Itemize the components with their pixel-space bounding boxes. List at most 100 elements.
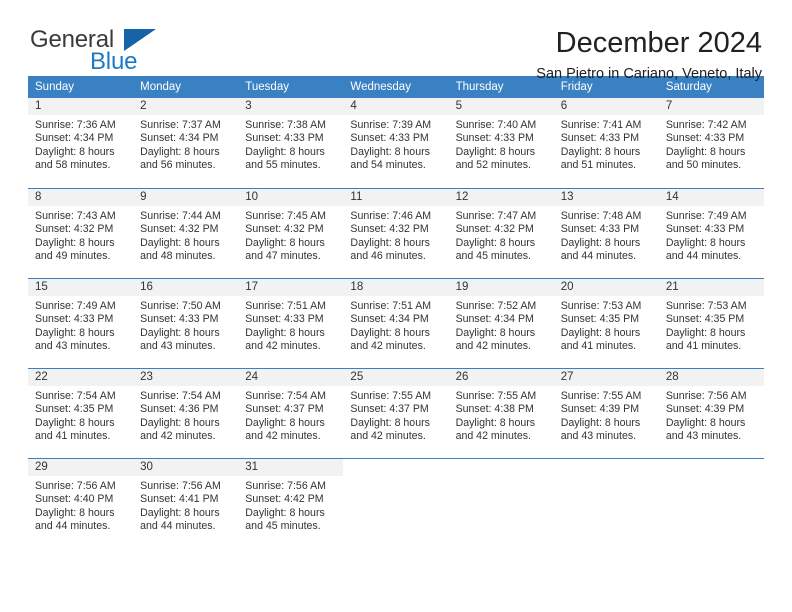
- daylight-text-line2: and 44 minutes.: [665, 250, 742, 263]
- day-details: Sunrise: 7:56 AM Sunset: 4:39 PM Daylight:…: [659, 386, 764, 444]
- daylight-text-line2: and 51 minutes.: [560, 159, 637, 172]
- calendar-day-cell[interactable]: 31 Sunrise: 7:56 AM Sunset: 4:42 PM Dayligh…: [238, 459, 344, 542]
- day-details: Sunrise: 7:53 AM Sunset: 4:35 PM Daylight:…: [554, 296, 659, 354]
- day-details: Sunrise: 7:56 AM Sunset: 4:40 PM Daylight:…: [28, 476, 133, 534]
- sunset-text: Sunset: 4:33 PM: [665, 132, 745, 145]
- day-number-band: 13: [553, 189, 659, 206]
- daylight-text-line2: and 41 minutes.: [665, 340, 742, 353]
- daylight-text-line2: and 44 minutes.: [35, 520, 111, 533]
- sunrise-text: Sunrise: 7:55 AM: [350, 390, 432, 402]
- sunset-text: Sunset: 4:38 PM: [455, 403, 534, 416]
- sunrise-text: Sunrise: 7:43 AM: [35, 210, 116, 222]
- sunrise-text: Sunrise: 7:51 AM: [245, 300, 326, 312]
- daylight-text-line2: and 52 minutes.: [455, 159, 531, 172]
- day-number: 13: [560, 191, 574, 203]
- calendar-day-cell[interactable]: 13 Sunrise: 7:48 AM Sunset: 4:33 PM Dayligh…: [553, 189, 659, 272]
- day-number-band: 25: [343, 369, 449, 386]
- calendar-day-cell[interactable]: 11 Sunrise: 7:46 AM Sunset: 4:32 PM Dayligh…: [343, 189, 449, 272]
- sunset-text: Sunset: 4:39 PM: [665, 403, 745, 416]
- calendar-day-cell[interactable]: 6 Sunrise: 7:41 AM Sunset: 4:33 PM Daylight…: [553, 98, 659, 182]
- calendar-day-cell[interactable]: 25 Sunrise: 7:55 AM Sunset: 4:37 PM Dayligh…: [343, 369, 449, 452]
- day-number: 16: [140, 281, 153, 293]
- sunset-text: Sunset: 4:35 PM: [665, 313, 745, 326]
- calendar-day-cell[interactable]: 2 Sunrise: 7:37 AM Sunset: 4:34 PM Daylight…: [133, 98, 239, 182]
- daylight-text-line2: and 42 minutes.: [455, 340, 531, 353]
- calendar-day-cell[interactable]: 27 Sunrise: 7:55 AM Sunset: 4:39 PM Dayligh…: [553, 369, 659, 452]
- day-number: 3: [245, 100, 252, 112]
- daylight-text-line2: and 45 minutes.: [245, 520, 321, 533]
- day-number: 20: [560, 281, 574, 293]
- calendar-day-cell-empty: [659, 459, 764, 542]
- day-number: 25: [350, 371, 364, 383]
- sunset-text: Sunset: 4:32 PM: [140, 223, 219, 236]
- calendar-day-cell[interactable]: 14 Sunrise: 7:49 AM Sunset: 4:33 PM Dayligh…: [658, 189, 764, 272]
- sunrise-text: Sunrise: 7:55 AM: [455, 390, 537, 402]
- dow-thursday: Thursday: [455, 81, 504, 93]
- day-number: 4: [350, 100, 357, 112]
- calendar-day-cell[interactable]: 17 Sunrise: 7:51 AM Sunset: 4:33 PM Dayligh…: [238, 279, 344, 362]
- daylight-text-line1: Daylight: 8 hours: [245, 416, 325, 429]
- day-details: Sunrise: 7:41 AM Sunset: 4:33 PM Daylight:…: [554, 115, 659, 173]
- day-number-band: 28: [658, 369, 764, 386]
- day-number: 17: [245, 281, 259, 293]
- calendar-week-row: 15 Sunrise: 7:49 AM Sunset: 4:33 PM Dayligh…: [28, 278, 764, 362]
- calendar-day-cell[interactable]: 19 Sunrise: 7:52 AM Sunset: 4:34 PM Dayligh…: [448, 279, 554, 362]
- calendar-day-cell[interactable]: 3 Sunrise: 7:38 AM Sunset: 4:33 PM Daylight…: [238, 98, 344, 182]
- day-number: 19: [455, 281, 469, 293]
- calendar-day-cell[interactable]: 16 Sunrise: 7:50 AM Sunset: 4:33 PM Dayligh…: [133, 279, 239, 362]
- calendar-day-cell-empty: [554, 459, 659, 542]
- sunrise-text: Sunrise: 7:49 AM: [35, 300, 116, 312]
- calendar-day-cell[interactable]: 21 Sunrise: 7:53 AM Sunset: 4:35 PM Dayligh…: [658, 279, 764, 362]
- sunset-text: Sunset: 4:41 PM: [140, 493, 219, 506]
- day-details: Sunrise: 7:49 AM Sunset: 4:33 PM Daylight:…: [28, 296, 133, 354]
- calendar-day-cell[interactable]: 24 Sunrise: 7:54 AM Sunset: 4:37 PM Dayligh…: [238, 369, 344, 452]
- calendar-day-cell[interactable]: 26 Sunrise: 7:55 AM Sunset: 4:38 PM Dayligh…: [448, 369, 554, 452]
- daylight-text-line1: Daylight: 8 hours: [560, 416, 641, 429]
- day-number-band: 9: [133, 189, 239, 206]
- calendar-week-row: 8 Sunrise: 7:43 AM Sunset: 4:32 PM Daylight…: [28, 188, 764, 272]
- dow-tuesday: Tuesday: [245, 81, 289, 93]
- day-number-band: 18: [343, 279, 449, 296]
- daylight-text-line2: and 43 minutes.: [560, 430, 637, 443]
- calendar-day-cell[interactable]: 8 Sunrise: 7:43 AM Sunset: 4:32 PM Daylight…: [28, 189, 134, 272]
- daylight-text-line1: Daylight: 8 hours: [455, 326, 536, 339]
- calendar-day-cell[interactable]: 5 Sunrise: 7:40 AM Sunset: 4:33 PM Daylight…: [448, 98, 554, 182]
- daylight-text-line2: and 44 minutes.: [140, 520, 216, 533]
- day-number: 26: [455, 371, 469, 383]
- day-number: 29: [35, 461, 48, 473]
- daylight-text-line2: and 48 minutes.: [140, 250, 216, 263]
- calendar-day-cell[interactable]: 30 Sunrise: 7:56 AM Sunset: 4:41 PM Dayligh…: [133, 459, 239, 542]
- calendar-day-cell[interactable]: 23 Sunrise: 7:54 AM Sunset: 4:36 PM Dayligh…: [133, 369, 239, 452]
- sunset-text: Sunset: 4:36 PM: [140, 403, 219, 416]
- calendar-day-cell[interactable]: 18 Sunrise: 7:51 AM Sunset: 4:34 PM Dayligh…: [343, 279, 449, 362]
- day-number-band: 4: [343, 98, 449, 115]
- sunrise-text: Sunrise: 7:42 AM: [665, 119, 747, 131]
- calendar-day-cell[interactable]: 20 Sunrise: 7:53 AM Sunset: 4:35 PM Dayligh…: [553, 279, 659, 362]
- day-details: Sunrise: 7:46 AM Sunset: 4:32 PM Daylight:…: [343, 206, 448, 264]
- day-number: 31: [245, 461, 259, 473]
- day-details: Sunrise: 7:56 AM Sunset: 4:41 PM Daylight:…: [133, 476, 238, 534]
- calendar-day-cell[interactable]: 7 Sunrise: 7:42 AM Sunset: 4:33 PM Daylight…: [658, 98, 764, 182]
- calendar-day-cell-empty: [343, 459, 448, 542]
- daylight-text-line1: Daylight: 8 hours: [560, 145, 641, 158]
- calendar-day-cell[interactable]: 22 Sunrise: 7:54 AM Sunset: 4:35 PM Dayligh…: [28, 369, 134, 452]
- day-number: 5: [455, 100, 462, 112]
- calendar-day-cell[interactable]: 29 Sunrise: 7:56 AM Sunset: 4:40 PM Dayligh…: [28, 459, 134, 542]
- brand-logo[interactable]: General Blue: [28, 26, 238, 78]
- daylight-text-line2: and 42 minutes.: [245, 340, 321, 353]
- day-details: Sunrise: 7:51 AM Sunset: 4:34 PM Daylight:…: [343, 296, 448, 354]
- day-number-band: 2: [133, 98, 239, 115]
- sunset-text: Sunset: 4:33 PM: [560, 132, 640, 145]
- sunrise-text: Sunrise: 7:54 AM: [35, 390, 116, 402]
- calendar-day-cell[interactable]: 4 Sunrise: 7:39 AM Sunset: 4:33 PM Daylight…: [343, 98, 449, 182]
- calendar-day-cell[interactable]: 9 Sunrise: 7:44 AM Sunset: 4:32 PM Daylight…: [133, 189, 239, 272]
- day-number-band: 14: [658, 189, 764, 206]
- calendar-day-cell[interactable]: 28 Sunrise: 7:56 AM Sunset: 4:39 PM Dayligh…: [658, 369, 764, 452]
- calendar-day-cell[interactable]: 1 Sunrise: 7:36 AM Sunset: 4:34 PM Daylight…: [28, 98, 134, 182]
- calendar-day-cell[interactable]: 12 Sunrise: 7:47 AM Sunset: 4:32 PM Dayligh…: [448, 189, 554, 272]
- day-details: Sunrise: 7:55 AM Sunset: 4:39 PM Daylight:…: [554, 386, 659, 444]
- calendar-day-cell[interactable]: 10 Sunrise: 7:45 AM Sunset: 4:32 PM Dayligh…: [238, 189, 344, 272]
- day-details: Sunrise: 7:36 AM Sunset: 4:34 PM Daylight:…: [28, 115, 133, 173]
- calendar-day-cell[interactable]: 15 Sunrise: 7:49 AM Sunset: 4:33 PM Dayligh…: [28, 279, 134, 362]
- day-number-band: 11: [343, 189, 449, 206]
